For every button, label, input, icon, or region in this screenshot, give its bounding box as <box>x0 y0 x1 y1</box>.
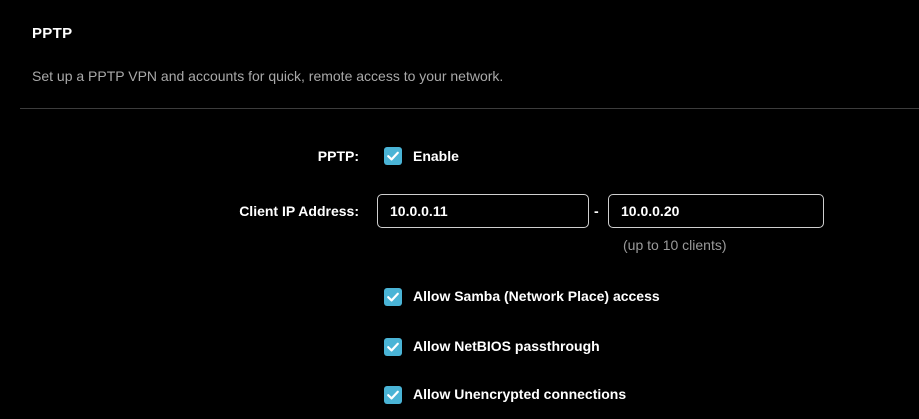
client-limit-hint: (up to 10 clients) <box>623 237 727 253</box>
section-title: PPTP <box>32 25 73 42</box>
ip-range-separator: - <box>594 203 599 219</box>
checkmark-icon <box>387 292 399 302</box>
client-ip-label: Client IP Address: <box>239 203 359 219</box>
checkmark-icon <box>387 390 399 400</box>
allow-netbios-label[interactable]: Allow NetBIOS passthrough <box>413 338 600 354</box>
allow-samba-checkbox[interactable] <box>384 288 402 306</box>
allow-unencrypted-checkbox[interactable] <box>384 386 402 404</box>
pptp-enable-checkbox[interactable] <box>384 147 402 165</box>
allow-samba-label[interactable]: Allow Samba (Network Place) access <box>413 288 660 304</box>
pptp-panel: PPTP Set up a PPTP VPN and accounts for … <box>20 0 919 419</box>
client-ip-start-input[interactable] <box>377 194 589 228</box>
section-divider <box>20 108 919 109</box>
pptp-label: PPTP: <box>317 148 359 164</box>
checkmark-icon <box>387 342 399 352</box>
checkmark-icon <box>387 151 399 161</box>
pptp-enable-label[interactable]: Enable <box>413 148 459 164</box>
client-ip-end-input[interactable] <box>608 194 824 228</box>
allow-netbios-checkbox[interactable] <box>384 338 402 356</box>
allow-unencrypted-label[interactable]: Allow Unencrypted connections <box>413 386 626 402</box>
section-description: Set up a PPTP VPN and accounts for quick… <box>32 68 504 84</box>
